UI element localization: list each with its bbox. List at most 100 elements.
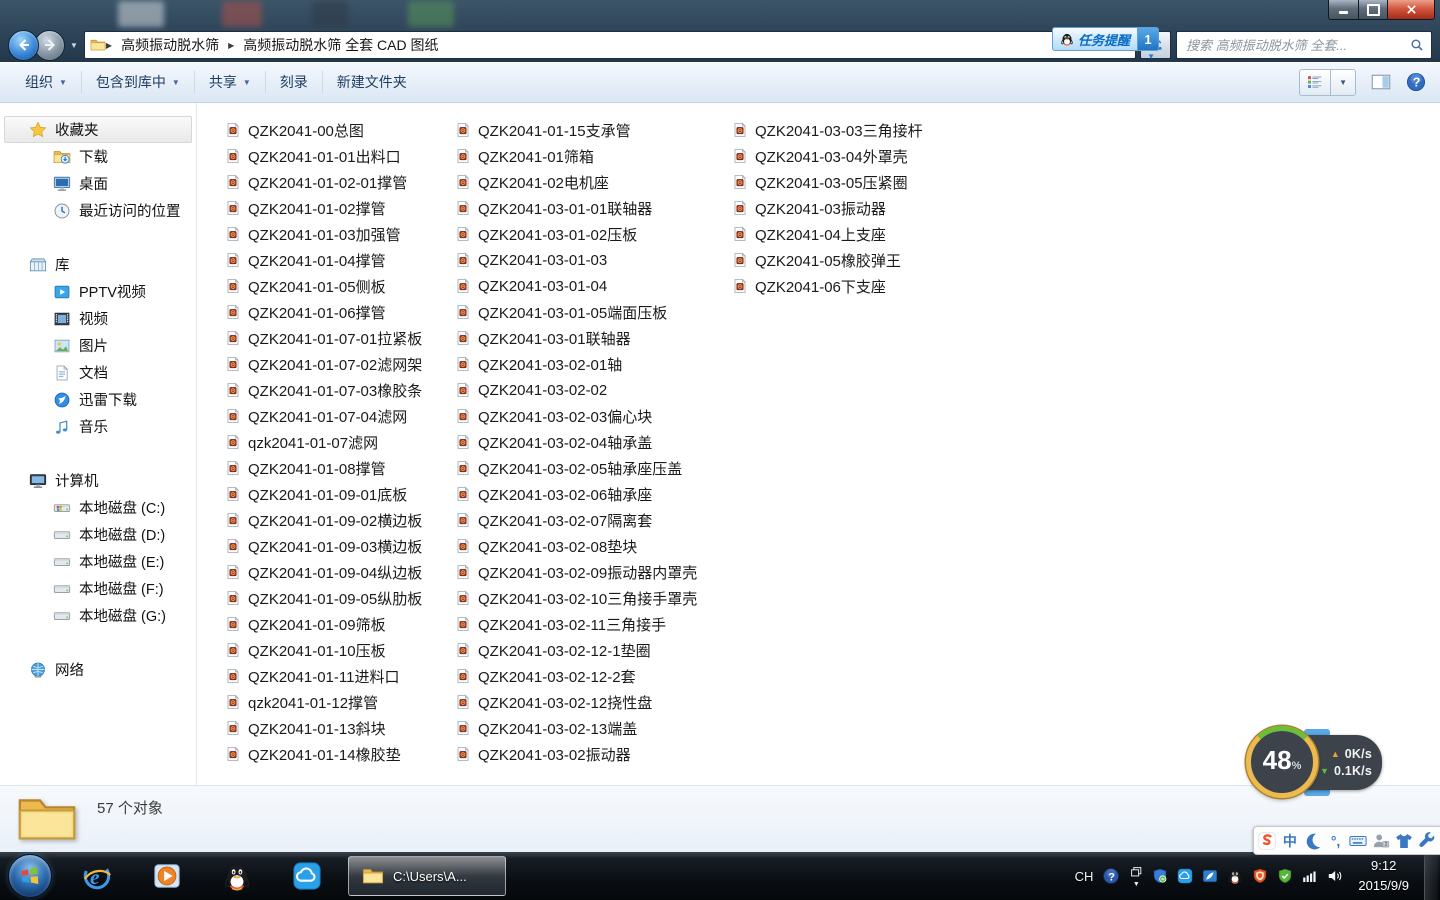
progress-circle[interactable]: 48 % xyxy=(1246,726,1318,798)
breadcrumb-segment[interactable]: 高频振动脱水筛 xyxy=(112,35,228,55)
tencent-security-shield-icon[interactable] xyxy=(1252,868,1268,884)
moon-icon[interactable] xyxy=(1303,830,1323,852)
sidebar-item-图片[interactable]: 图片 xyxy=(4,332,192,359)
file-item[interactable]: QZK2041-03-02-12-2套 xyxy=(455,663,732,689)
file-item[interactable]: QZK2041-01-09-03横边板 xyxy=(225,533,455,559)
file-item[interactable]: QZK2041-01-09-04纵边板 xyxy=(225,559,455,585)
toolbar-button[interactable]: 刻录 xyxy=(269,66,319,98)
file-item[interactable]: QZK2041-01-06撑管 xyxy=(225,299,455,325)
file-item[interactable]: QZK2041-01筛箱 xyxy=(455,143,732,169)
file-item[interactable]: QZK2041-03-01-02压板 xyxy=(455,221,732,247)
recent-pages-dropdown[interactable]: ▼ xyxy=(70,41,78,50)
file-item[interactable]: QZK2041-03-02-01轴 xyxy=(455,351,732,377)
file-item[interactable]: QZK2041-01-13斜块 xyxy=(225,715,455,741)
network-signal-icon[interactable] xyxy=(1302,868,1318,884)
file-item[interactable]: QZK2041-01-02撑管 xyxy=(225,195,455,221)
sidebar-item-下载[interactable]: 下载 xyxy=(4,143,192,170)
file-item[interactable]: QZK2041-03-01-05端面压板 xyxy=(455,299,732,325)
file-item[interactable]: QZK2041-06下支座 xyxy=(732,273,962,299)
chevron-down-icon[interactable]: ▼ xyxy=(1147,52,1155,61)
file-item[interactable]: QZK2041-01-09-02横边板 xyxy=(225,507,455,533)
file-item[interactable]: QZK2041-03-02-12-1垫圈 xyxy=(455,637,732,663)
file-item[interactable]: QZK2041-02电机座 xyxy=(455,169,732,195)
show-desktop-button[interactable] xyxy=(1424,852,1438,900)
task-reminder-badge[interactable]: 1 xyxy=(1138,27,1159,51)
file-item[interactable]: qzk2041-01-12撑管 xyxy=(225,689,455,715)
views-dropdown[interactable]: ▼ xyxy=(1331,70,1355,95)
file-item[interactable]: QZK2041-03-02-03偏心块 xyxy=(455,403,732,429)
sidebar-item-网络[interactable]: 网络 xyxy=(4,656,192,683)
file-item[interactable]: QZK2041-01-11进料口 xyxy=(225,663,455,689)
sidebar-item-本地磁盘 (E:)[interactable]: 本地磁盘 (E:) xyxy=(4,548,192,575)
file-item[interactable]: QZK2041-03-02-13端盖 xyxy=(455,715,732,741)
weiyun-cloud-icon[interactable] xyxy=(272,852,342,900)
toolbar-button[interactable]: 组织▼ xyxy=(14,66,78,98)
sidebar-item-文档[interactable]: 文档 xyxy=(4,359,192,386)
file-item[interactable]: QZK2041-01-07-01拉紧板 xyxy=(225,325,455,351)
punctuation-icon[interactable]: °, xyxy=(1326,830,1346,852)
file-item[interactable]: QZK2041-05橡胶弹王 xyxy=(732,247,962,273)
file-item[interactable]: QZK2041-04上支座 xyxy=(732,221,962,247)
sidebar-item-计算机[interactable]: 计算机 xyxy=(4,467,192,494)
chinese-mode-icon[interactable]: 中 xyxy=(1280,830,1300,852)
help-button[interactable] xyxy=(1406,72,1426,92)
file-item[interactable]: QZK2041-03-01联轴器 xyxy=(455,325,732,351)
sidebar-item-桌面[interactable]: 桌面 xyxy=(4,170,192,197)
task-reminder-popup[interactable]: 任务提醒 1 ▼ xyxy=(1052,27,1159,51)
hidden-icons-toggle[interactable]: ▼ xyxy=(1129,865,1143,888)
file-item[interactable]: QZK2041-01-09-05纵肋板 xyxy=(225,585,455,611)
account-icon[interactable] xyxy=(1371,830,1391,852)
sidebar-item-本地磁盘 (D:)[interactable]: 本地磁盘 (D:) xyxy=(4,521,192,548)
file-item[interactable]: QZK2041-01-05侧板 xyxy=(225,273,455,299)
task-reminder-pill[interactable]: 任务提醒 xyxy=(1052,27,1138,51)
file-item[interactable]: QZK2041-01-03加强管 xyxy=(225,221,455,247)
language-indicator[interactable]: CH xyxy=(1075,869,1094,884)
file-item[interactable]: QZK2041-03振动器 xyxy=(732,195,962,221)
file-item[interactable]: QZK2041-03-02-11三角接手 xyxy=(455,611,732,637)
file-item[interactable]: QZK2041-03-02-10三角接手罩壳 xyxy=(455,585,732,611)
qq-tray-icon[interactable] xyxy=(1227,868,1243,884)
toolbar-button[interactable]: 新建文件夹 xyxy=(326,66,418,98)
file-item[interactable]: QZK2041-03-01-03 xyxy=(455,247,732,273)
sogou-logo-icon[interactable] xyxy=(1257,830,1277,852)
file-item[interactable]: QZK2041-01-07-03橡胶条 xyxy=(225,377,455,403)
file-item[interactable]: QZK2041-01-02-01撑管 xyxy=(225,169,455,195)
search-input[interactable] xyxy=(1184,37,1410,54)
file-item[interactable]: QZK2041-03-01-01联轴器 xyxy=(455,195,732,221)
file-item[interactable]: QZK2041-01-04撑管 xyxy=(225,247,455,273)
taskbar-clock[interactable]: 9:12 2015/9/9 xyxy=(1358,856,1409,896)
media-player-icon[interactable] xyxy=(132,852,202,900)
sidebar-item-视频[interactable]: 视频 xyxy=(4,305,192,332)
weiyun-tray-icon[interactable] xyxy=(1177,868,1193,884)
sidebar-item-本地磁盘 (F:)[interactable]: 本地磁盘 (F:) xyxy=(4,575,192,602)
close-button[interactable] xyxy=(1388,0,1435,20)
start-button[interactable] xyxy=(8,854,52,898)
file-item[interactable]: QZK2041-03-01-04 xyxy=(455,273,732,299)
file-item[interactable]: QZK2041-01-15支承管 xyxy=(455,117,732,143)
back-button[interactable] xyxy=(8,30,39,61)
active-window-button[interactable]: C:\Users\A... xyxy=(348,856,506,896)
file-item[interactable]: qzk2041-01-07滤网 xyxy=(225,429,455,455)
file-item[interactable]: QZK2041-01-08撑管 xyxy=(225,455,455,481)
breadcrumb-segment[interactable]: 高频振动脱水筛 全套 CAD 图纸 xyxy=(234,35,447,55)
change-view-button[interactable] xyxy=(1300,70,1331,95)
security-shield-icon[interactable] xyxy=(1152,868,1168,884)
file-item[interactable]: QZK2041-01-14橡胶垫 xyxy=(225,741,455,767)
file-item[interactable]: QZK2041-03-02振动器 xyxy=(455,741,732,767)
sidebar-item-音乐[interactable]: 音乐 xyxy=(4,413,192,440)
sidebar-item-库[interactable]: 库 xyxy=(4,251,192,278)
file-item[interactable]: QZK2041-01-07-04滤网 xyxy=(225,403,455,429)
sidebar-item-收藏夹[interactable]: 收藏夹 xyxy=(4,116,192,143)
skin-tshirt-icon[interactable] xyxy=(1394,830,1414,852)
tray-help-icon[interactable] xyxy=(1102,867,1120,885)
file-item[interactable]: QZK2041-01-09-01底板 xyxy=(225,481,455,507)
antivirus-shield-icon[interactable] xyxy=(1277,868,1293,884)
file-item[interactable]: QZK2041-03-05压紧圈 xyxy=(732,169,962,195)
minimize-button[interactable] xyxy=(1328,0,1359,20)
sidebar-item-PPTV视频[interactable]: PPTV视频 xyxy=(4,278,192,305)
file-item[interactable]: QZK2041-03-02-04轴承盖 xyxy=(455,429,732,455)
file-item[interactable]: QZK2041-01-01出料口 xyxy=(225,143,455,169)
download-progress-widget[interactable]: ▲ 0K/s ▼ 0.1K/s 48 % xyxy=(1246,726,1384,800)
file-item[interactable]: QZK2041-03-02-05轴承座压盖 xyxy=(455,455,732,481)
file-item[interactable]: QZK2041-03-04外罩壳 xyxy=(732,143,962,169)
